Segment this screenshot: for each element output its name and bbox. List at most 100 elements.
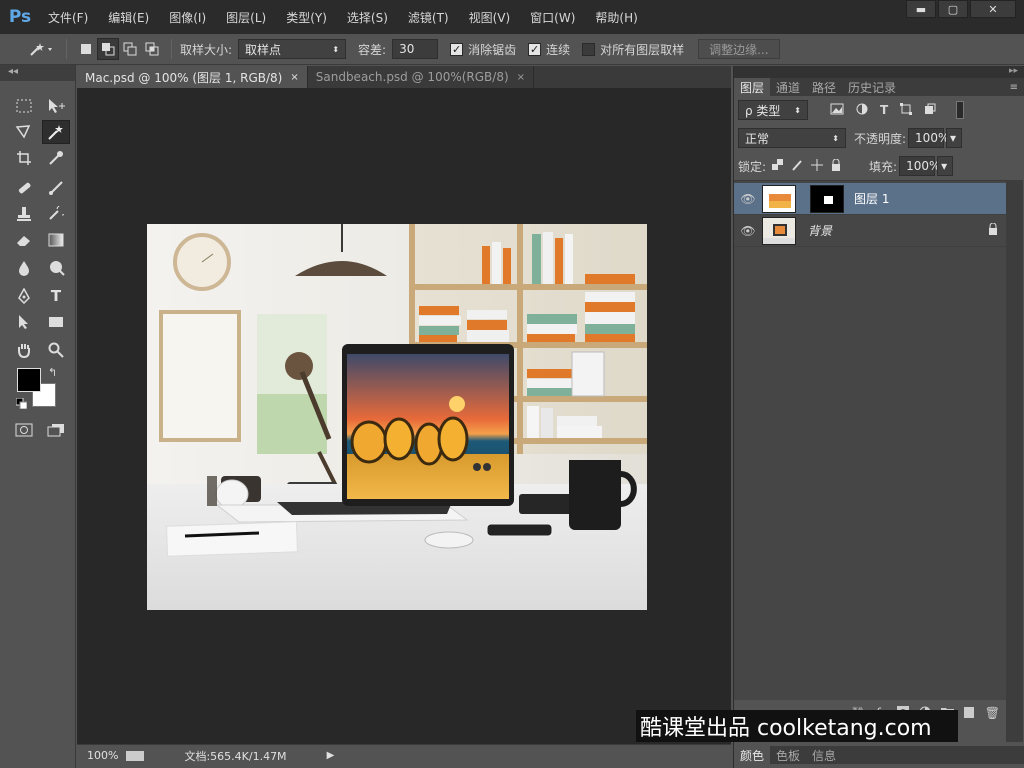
status-menu-arrow[interactable]: ▶ — [327, 750, 335, 761]
new-selection-icon[interactable] — [75, 38, 97, 60]
layer-name[interactable]: 背景 — [808, 222, 832, 239]
menu-type[interactable]: 类型(Y) — [286, 9, 327, 26]
menu-edit[interactable]: 编辑(E) — [108, 9, 149, 26]
contiguous-checkbox[interactable]: ✓ 连续 — [528, 41, 570, 58]
blend-mode-dropdown[interactable]: 正常 ⬍ — [738, 128, 846, 148]
sample-all-layers-checkbox[interactable]: 对所有图层取样 — [582, 41, 684, 58]
refine-edge-button[interactable]: 调整边缘... — [698, 39, 780, 59]
antialias-checkbox[interactable]: ✓ 消除锯齿 — [450, 41, 516, 58]
type-tool-icon[interactable]: T — [44, 285, 68, 307]
toolbox-collapse[interactable]: ◂◂ — [0, 65, 75, 81]
close-button[interactable]: ✕ — [970, 0, 1016, 18]
fill-label: 填充: — [869, 159, 898, 174]
filter-shape-icon[interactable] — [900, 102, 913, 118]
tab-sandbeach-psd[interactable]: Sandbeach.psd @ 100%(RGB/8) × — [308, 66, 535, 88]
tab-history[interactable]: 历史记录 — [842, 78, 902, 96]
fill-dropdown-icon[interactable]: ▾ — [937, 156, 954, 176]
eraser-tool-icon[interactable] — [12, 229, 36, 251]
close-tab-icon[interactable]: × — [517, 72, 525, 83]
fill-input[interactable]: 100% — [899, 156, 940, 176]
lock-pixels-icon[interactable] — [791, 159, 803, 174]
tab-color[interactable]: 颜色 — [734, 746, 771, 764]
menu-image[interactable]: 图像(I) — [169, 9, 206, 26]
marquee-tool-icon[interactable] — [12, 95, 36, 117]
healing-brush-icon[interactable] — [12, 177, 36, 199]
lasso-tool-icon[interactable] — [12, 121, 36, 143]
subtract-selection-icon[interactable] — [119, 38, 141, 60]
tab-layers[interactable]: 图层 — [734, 78, 771, 96]
visibility-eye-icon[interactable]: 👁 — [734, 192, 762, 206]
add-selection-icon[interactable] — [97, 38, 119, 60]
opacity-dropdown-icon[interactable]: ▾ — [946, 128, 963, 148]
tab-swatches[interactable]: 色板 — [770, 746, 806, 764]
swap-colors-icon[interactable]: ↰ — [48, 366, 57, 379]
eyedropper-tool-icon[interactable] — [44, 147, 68, 169]
intersect-selection-icon[interactable] — [141, 38, 163, 60]
screen-mode-icon[interactable] — [44, 419, 68, 441]
menu-filter[interactable]: 滤镜(T) — [408, 9, 449, 26]
hand-tool-icon[interactable] — [12, 339, 36, 361]
gradient-tool-icon[interactable] — [44, 229, 68, 251]
filter-smart-object-icon[interactable] — [924, 103, 936, 118]
sample-size-dropdown[interactable]: 取样点 ⬍ — [238, 39, 347, 59]
lock-transparent-icon[interactable] — [772, 159, 784, 173]
ps-logo: Ps — [8, 7, 32, 27]
pen-tool-icon[interactable] — [12, 285, 36, 307]
layer-row-background[interactable]: 👁 背景 — [734, 215, 1006, 247]
menu-select[interactable]: 选择(S) — [347, 9, 388, 26]
menu-help[interactable]: 帮助(H) — [595, 9, 637, 26]
layer-mask-thumbnail[interactable] — [810, 184, 844, 213]
close-tab-icon[interactable]: × — [290, 72, 298, 83]
watermark: 酷课堂出品 coolketang.com — [636, 710, 958, 742]
menu-file[interactable]: 文件(F) — [48, 9, 88, 26]
filter-toggle[interactable] — [956, 101, 965, 119]
zoom-tool-icon[interactable] — [44, 339, 68, 361]
menu-view[interactable]: 视图(V) — [469, 9, 511, 26]
canvas-area[interactable] — [77, 88, 731, 744]
maximize-button[interactable]: ▢ — [938, 0, 968, 18]
clone-stamp-icon[interactable] — [12, 203, 36, 225]
filter-type-icon[interactable]: T — [880, 103, 888, 117]
filter-adjustment-icon[interactable] — [856, 103, 868, 118]
delete-layer-icon[interactable]: 🗑 — [985, 706, 1000, 720]
filter-pixel-icon[interactable] — [830, 103, 844, 118]
status-toggle-icon[interactable] — [126, 750, 145, 761]
default-colors-icon[interactable] — [15, 397, 28, 412]
layer-name[interactable]: 图层 1 — [854, 190, 889, 207]
magic-wand-tool-icon[interactable] — [42, 120, 70, 144]
rectangle-tool-icon[interactable] — [44, 311, 68, 333]
history-brush-icon[interactable] — [44, 203, 68, 225]
opacity-input[interactable]: 100% — [908, 128, 949, 148]
tab-channels[interactable]: 通道 — [770, 78, 806, 96]
bottom-panel-tabs: 颜色 色板 信息 — [734, 746, 1024, 764]
panel-tabs: 图层 通道 路径 历史记录 ≡ — [734, 78, 1024, 96]
foreground-color-swatch[interactable] — [17, 368, 41, 392]
minimize-button[interactable]: ▬ — [906, 0, 936, 18]
visibility-eye-icon[interactable]: 👁 — [734, 224, 762, 238]
lock-all-icon[interactable] — [831, 158, 841, 174]
panel-collapse-icon[interactable]: ▸▸ — [734, 66, 1024, 78]
dodge-tool-icon[interactable] — [44, 257, 68, 279]
new-layer-icon[interactable] — [963, 706, 975, 721]
move-tool-icon[interactable] — [44, 95, 68, 117]
blur-tool-icon[interactable] — [12, 257, 36, 279]
layer-row-layer1[interactable]: 👁 图层 1 — [734, 183, 1006, 215]
magic-wand-preset-icon[interactable] — [24, 38, 58, 60]
panel-menu-icon[interactable]: ≡ — [1010, 82, 1018, 93]
brush-tool-icon[interactable] — [44, 177, 68, 199]
tolerance-input[interactable]: 30 — [392, 39, 439, 59]
path-selection-icon[interactable] — [12, 311, 36, 333]
lock-position-icon[interactable] — [811, 158, 824, 174]
layer-thumbnail — [762, 216, 796, 245]
document-image[interactable] — [147, 224, 647, 610]
quick-mask-icon[interactable] — [12, 419, 36, 441]
zoom-level[interactable]: 100% — [87, 749, 118, 762]
menu-layer[interactable]: 图层(L) — [226, 9, 266, 26]
crop-tool-icon[interactable] — [12, 147, 36, 169]
filter-kind-dropdown[interactable]: ρ 类型 ⬍ — [738, 100, 808, 120]
tab-paths[interactable]: 路径 — [806, 78, 842, 96]
layers-scrollbar[interactable] — [1006, 180, 1023, 742]
tab-mac-psd[interactable]: Mac.psd @ 100% (图层 1, RGB/8) × — [77, 66, 308, 88]
menu-window[interactable]: 窗口(W) — [530, 9, 575, 26]
tab-info[interactable]: 信息 — [806, 746, 842, 764]
